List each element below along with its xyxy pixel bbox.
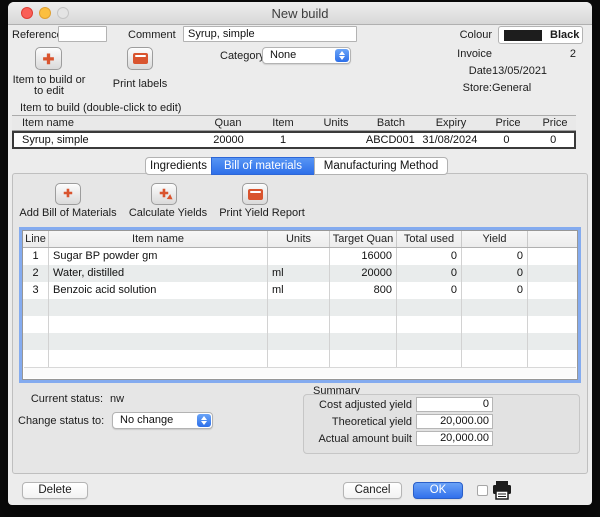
column-header[interactable]: Item [256, 116, 310, 130]
theoretical-yield-field[interactable]: 20,000.00 [416, 414, 493, 429]
table-row[interactable]: 3 Benzoic acid solution ml 800 0 0 [23, 282, 577, 299]
reference-input[interactable] [58, 26, 107, 42]
plus-icon: ✚ [63, 189, 72, 200]
tab-bill-of-materials[interactable]: Bill of materials [211, 157, 315, 175]
column-header[interactable]: Price Exten [534, 116, 576, 130]
column-header[interactable]: Price [482, 116, 534, 130]
print-yield-report-button[interactable] [242, 183, 268, 205]
store-label: Store: [437, 82, 492, 94]
print-button[interactable] [492, 481, 512, 500]
calculate-yields-label: Calculate Yields [118, 207, 218, 219]
invoice-label: Invoice [437, 48, 492, 60]
print-labels-label: Print labels [95, 78, 185, 90]
change-status-value: No change [120, 414, 173, 426]
comment-input[interactable] [183, 26, 357, 42]
column-header[interactable]: Units [268, 231, 330, 247]
empty-row[interactable] [23, 299, 577, 316]
delete-button[interactable]: Delete [22, 482, 88, 499]
empty-row[interactable] [23, 316, 577, 333]
column-header[interactable]: Expiry [420, 116, 482, 130]
actual-amount-built-label: Actual amount built [308, 433, 412, 445]
colour-label: Colour [447, 29, 492, 41]
arrow-icon [167, 194, 175, 202]
tab-ingredients[interactable]: Ingredients [145, 157, 212, 175]
calculate-yields-button[interactable]: ✚ [151, 183, 177, 205]
table-row[interactable]: 2 Water, distilled ml 20000 0 0 [23, 265, 577, 282]
dropdown-stepper-icon [335, 49, 349, 62]
date-label: Date [437, 65, 492, 77]
actual-amount-built-field[interactable]: 20,000.00 [416, 431, 493, 446]
add-bill-of-materials-label: Add Bill of Materials [18, 207, 118, 219]
category-label: Category [220, 50, 265, 62]
dropdown-stepper-icon [197, 414, 211, 427]
column-header[interactable]: Total used [397, 231, 462, 247]
build-table-caption: Item to build (double-click to edit) [20, 102, 181, 114]
title-bar[interactable]: New build [8, 2, 592, 25]
cost-adjusted-yield-field[interactable]: 0 [416, 397, 493, 412]
reference-label: Reference [12, 29, 63, 41]
current-status-label: Current status: [18, 393, 103, 405]
category-value: None [270, 49, 296, 61]
new-build-window: New build Reference Comment Colour Black… [8, 2, 592, 505]
column-header[interactable]: Yield [462, 231, 528, 247]
colour-value: Black [550, 29, 579, 41]
plus-icon: ✚ [43, 52, 55, 66]
date-value: 13/05/2021 [492, 65, 547, 77]
column-header[interactable]: Batch [362, 116, 420, 130]
invoice-value: 2 [528, 48, 576, 60]
print-yield-report-label: Print Yield Report [207, 207, 317, 219]
empty-row[interactable] [23, 333, 577, 350]
theoretical-yield-label: Theoretical yield [308, 416, 412, 428]
cost-adjusted-yield-label: Cost adjusted yield [308, 399, 412, 411]
printer-icon [133, 53, 148, 64]
print-checkbox[interactable] [477, 485, 488, 496]
current-status-value: nw [110, 393, 124, 405]
screenshot-backdrop: New build Reference Comment Colour Black… [0, 0, 600, 517]
colour-swatch [504, 30, 542, 41]
comment-label: Comment [128, 29, 176, 41]
build-table-header: Item name Quan Item Units Batch Expiry P… [12, 115, 576, 131]
column-header[interactable]: Quan [200, 116, 256, 130]
column-header[interactable]: Item name [12, 116, 200, 130]
printer-icon [248, 189, 263, 200]
printer-icon [492, 481, 512, 500]
print-labels-button[interactable] [127, 47, 153, 70]
bom-table-header: Line Item name Units Target Quan Total u… [23, 231, 577, 248]
column-header[interactable]: Line [23, 231, 49, 247]
item-to-build-button-label: Item to build or to edit [10, 75, 88, 97]
build-table-row[interactable]: Syrup, simple 20000 1 ABCD001 31/08/2024… [12, 131, 576, 149]
column-header[interactable]: Item name [49, 231, 268, 247]
store-value: General [492, 82, 531, 94]
window-title: New build [8, 6, 592, 21]
item-to-build-button[interactable]: ✚ [35, 47, 62, 70]
column-header[interactable]: Target Quan [330, 231, 397, 247]
cancel-button[interactable]: Cancel [343, 482, 402, 499]
empty-row[interactable] [23, 350, 577, 367]
horizontal-scrollbar[interactable] [24, 367, 576, 378]
bill-of-materials-table[interactable]: Line Item name Units Target Quan Total u… [22, 230, 578, 380]
ok-button[interactable]: OK [413, 482, 463, 499]
tab-manufacturing-method[interactable]: Manufacturing Method [314, 157, 448, 175]
change-status-label: Change status to: [18, 415, 103, 427]
table-row[interactable]: 1 Sugar BP powder gm 16000 0 0 [23, 248, 577, 265]
category-dropdown[interactable]: None [262, 47, 351, 64]
column-header[interactable]: Units [310, 116, 362, 130]
colour-picker[interactable]: Black [498, 26, 583, 44]
change-status-dropdown[interactable]: No change [112, 412, 213, 429]
add-bill-of-materials-button[interactable]: ✚ [55, 183, 81, 205]
